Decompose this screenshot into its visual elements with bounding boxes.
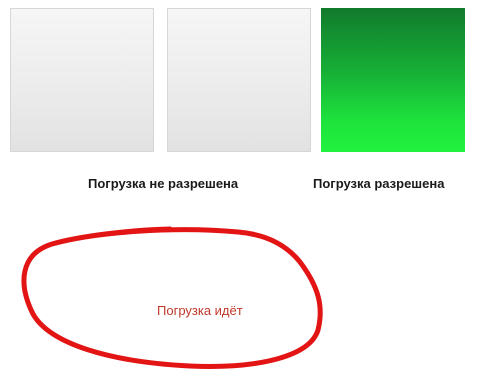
loading-in-progress-label: Погрузка идёт <box>157 303 243 318</box>
